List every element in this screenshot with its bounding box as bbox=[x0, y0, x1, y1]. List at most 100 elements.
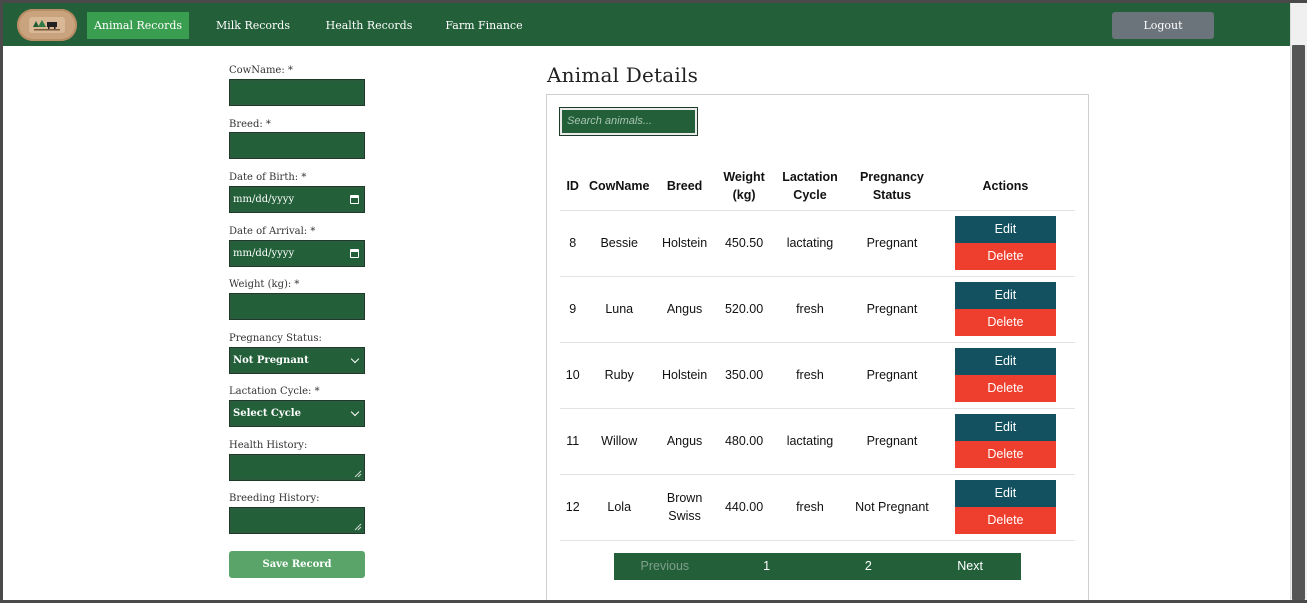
cell-breed: Angus bbox=[653, 276, 717, 343]
column-header-pregnancy: Pregnancy Status bbox=[847, 163, 936, 211]
delete-button[interactable]: Delete bbox=[954, 507, 1056, 534]
cell-actions: Edit Delete bbox=[935, 474, 1075, 541]
resize-handle-icon[interactable] bbox=[354, 523, 362, 531]
date-of-arrival-input[interactable]: mm/dd/yyyy bbox=[229, 240, 365, 267]
pagination-page-2[interactable]: 2 bbox=[818, 553, 920, 580]
column-header-weight: Weight (kg) bbox=[716, 163, 772, 211]
cell-pregnancy: Pregnant bbox=[847, 210, 936, 277]
cell-breed: Brown Swiss bbox=[653, 474, 717, 541]
cell-breed: Holstein bbox=[653, 210, 717, 277]
delete-button[interactable]: Delete bbox=[954, 243, 1056, 270]
save-record-button[interactable]: Save Record bbox=[229, 551, 365, 578]
date-of-birth-label: Date of Birth: * bbox=[229, 172, 307, 183]
cell-cowname: Luna bbox=[585, 276, 654, 343]
animal-table: ID CowName Breed Weight (kg) Lactation C… bbox=[560, 163, 1075, 541]
table-row: 8 Bessie Holstein 450.50 lactating Pregn… bbox=[560, 210, 1075, 277]
edit-button[interactable]: Edit bbox=[954, 480, 1056, 507]
table-row: 11 Willow Angus 480.00 lactating Pregnan… bbox=[560, 408, 1075, 475]
page-title: Animal Details bbox=[547, 63, 699, 87]
pagination: Previous 1 2 Next bbox=[614, 553, 1021, 580]
cell-weight: 440.00 bbox=[716, 474, 772, 541]
cell-lactation: lactating bbox=[772, 408, 848, 475]
cell-id: 8 bbox=[560, 210, 586, 277]
date-of-birth-value: mm/dd/yyyy bbox=[233, 194, 295, 205]
calendar-icon[interactable] bbox=[350, 195, 359, 204]
cell-weight: 350.00 bbox=[716, 342, 772, 409]
cell-pregnancy: Pregnant bbox=[847, 342, 936, 409]
chevron-down-icon bbox=[350, 407, 360, 417]
lactation-cycle-select[interactable]: Select Cycle bbox=[229, 400, 365, 427]
cowname-label: CowName: * bbox=[229, 65, 293, 76]
cell-weight: 520.00 bbox=[716, 276, 772, 343]
top-navbar: Animal Records Milk Records Health Recor… bbox=[3, 3, 1290, 46]
breed-input[interactable] bbox=[229, 132, 365, 159]
cell-actions: Edit Delete bbox=[935, 342, 1075, 409]
resize-handle-icon[interactable] bbox=[354, 470, 362, 478]
pregnancy-status-value: Not Pregnant bbox=[233, 355, 309, 366]
health-history-textarea[interactable] bbox=[229, 454, 365, 481]
cell-id: 9 bbox=[560, 276, 586, 343]
table-header-row: ID CowName Breed Weight (kg) Lactation C… bbox=[560, 163, 1075, 211]
health-history-label: Health History: bbox=[229, 440, 308, 451]
table-row: 9 Luna Angus 520.00 fresh Pregnant Edit … bbox=[560, 276, 1075, 343]
edit-button[interactable]: Edit bbox=[954, 216, 1056, 243]
cell-actions: Edit Delete bbox=[935, 210, 1075, 277]
cell-id: 12 bbox=[560, 474, 586, 541]
column-header-lactation: Lactation Cycle bbox=[772, 163, 848, 211]
cell-breed: Angus bbox=[653, 408, 717, 475]
edit-button[interactable]: Edit bbox=[954, 282, 1056, 309]
nav-health-records[interactable]: Health Records bbox=[323, 12, 415, 39]
cell-actions: Edit Delete bbox=[935, 408, 1075, 475]
cell-id: 11 bbox=[560, 408, 586, 475]
calendar-icon[interactable] bbox=[350, 249, 359, 258]
cell-lactation: lactating bbox=[772, 210, 848, 277]
pagination-previous[interactable]: Previous bbox=[614, 553, 716, 580]
cell-pregnancy: Not Pregnant bbox=[847, 474, 936, 541]
cell-lactation: fresh bbox=[772, 474, 848, 541]
nav-milk-records[interactable]: Milk Records bbox=[213, 12, 293, 39]
nav-farm-finance[interactable]: Farm Finance bbox=[443, 12, 525, 39]
nav-animal-records[interactable]: Animal Records bbox=[87, 12, 189, 39]
column-header-breed: Breed bbox=[653, 163, 717, 211]
lactation-cycle-value: Select Cycle bbox=[233, 408, 301, 419]
breeding-history-label: Breeding History: bbox=[229, 493, 320, 504]
scrollbar-thumb[interactable] bbox=[1292, 45, 1305, 600]
table-row: 12 Lola Brown Swiss 440.00 fresh Not Pre… bbox=[560, 474, 1075, 541]
cell-actions: Edit Delete bbox=[935, 276, 1075, 343]
cowname-input[interactable] bbox=[229, 79, 365, 106]
cell-cowname: Lola bbox=[585, 474, 654, 541]
farm-logo-icon[interactable] bbox=[17, 9, 77, 41]
edit-button[interactable]: Edit bbox=[954, 414, 1056, 441]
vertical-scrollbar[interactable] bbox=[1290, 3, 1307, 603]
cell-lactation: fresh bbox=[772, 276, 848, 343]
cell-cowname: Willow bbox=[585, 408, 654, 475]
pagination-page-1[interactable]: 1 bbox=[716, 553, 818, 580]
date-of-arrival-label: Date of Arrival: * bbox=[229, 226, 316, 237]
delete-button[interactable]: Delete bbox=[954, 375, 1056, 402]
column-header-id: ID bbox=[560, 163, 586, 211]
column-header-actions: Actions bbox=[935, 163, 1075, 211]
date-of-birth-input[interactable]: mm/dd/yyyy bbox=[229, 186, 365, 213]
cell-weight: 450.50 bbox=[716, 210, 772, 277]
weight-input[interactable] bbox=[229, 293, 365, 320]
delete-button[interactable]: Delete bbox=[954, 309, 1056, 336]
column-header-cowname: CowName bbox=[585, 163, 654, 211]
cell-breed: Holstein bbox=[653, 342, 717, 409]
table-row: 10 Ruby Holstein 350.00 fresh Pregnant E… bbox=[560, 342, 1075, 409]
logout-button[interactable]: Logout bbox=[1112, 12, 1214, 39]
search-input[interactable]: Search animals... bbox=[559, 107, 698, 136]
breeding-history-textarea[interactable] bbox=[229, 507, 365, 534]
breed-label: Breed: * bbox=[229, 119, 271, 130]
cell-pregnancy: Pregnant bbox=[847, 276, 936, 343]
edit-button[interactable]: Edit bbox=[954, 348, 1056, 375]
pregnancy-status-select[interactable]: Not Pregnant bbox=[229, 347, 365, 374]
pagination-next[interactable]: Next bbox=[919, 553, 1021, 580]
cell-lactation: fresh bbox=[772, 342, 848, 409]
cell-weight: 480.00 bbox=[716, 408, 772, 475]
pregnancy-status-label: Pregnancy Status: bbox=[229, 333, 322, 344]
cell-cowname: Bessie bbox=[585, 210, 654, 277]
weight-label: Weight (kg): * bbox=[229, 279, 300, 290]
date-of-arrival-value: mm/dd/yyyy bbox=[233, 248, 295, 259]
cell-cowname: Ruby bbox=[585, 342, 654, 409]
delete-button[interactable]: Delete bbox=[954, 441, 1056, 468]
